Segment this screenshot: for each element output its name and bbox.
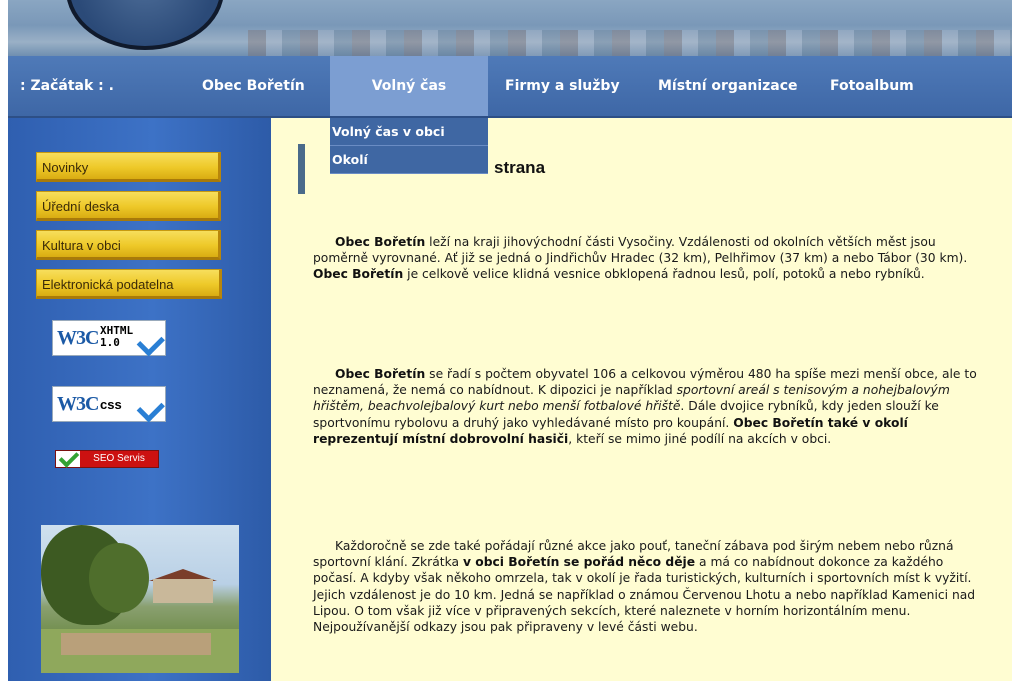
volny-cas-dropdown: Volný čas v obci Okolí <box>330 118 488 174</box>
w3c-logo: W3C <box>57 327 99 349</box>
header-banner <box>8 0 1012 56</box>
sidebar-button-elektronicka-podatelna[interactable]: Elektronická podatelna <box>36 269 222 299</box>
dropdown-item-okoli[interactable]: Okolí <box>330 146 488 174</box>
page-frame: : Začátak : . Obec Bořetín Volný čas Fir… <box>8 0 1012 681</box>
main-content: strana Obec Bořetín leží na kraji jihový… <box>271 118 1012 681</box>
paragraph-intro: Obec Bořetín leží na kraji jihovýchodní … <box>313 235 968 282</box>
nav-item-zacatek[interactable]: : Začátak : . <box>20 56 114 116</box>
dropdown-item-volny-cas-v-obci[interactable]: Volný čas v obci <box>330 118 488 146</box>
xhtml-label: XHTML 1.0 <box>100 324 134 349</box>
seo-servis-badge[interactable]: SEO Servis <box>55 447 159 468</box>
main-navigation: : Začátak : . Obec Bořetín Volný čas Fir… <box>8 56 1012 118</box>
w3c-xhtml-badge[interactable]: W3C XHTML 1.0 <box>52 320 166 357</box>
checkmark-icon <box>136 328 165 357</box>
page-title: strana <box>494 158 546 177</box>
paragraph-events: Každoročně se zde také pořádají různé ak… <box>313 539 976 635</box>
sidebar-button-novinky[interactable]: Novinky <box>36 152 221 182</box>
css-label: css <box>100 397 122 412</box>
left-sidebar: Novinky Úřední deska Kultura v obci Elek… <box>8 118 271 681</box>
banner-village-image <box>248 30 1012 56</box>
w3c-logo: W3C <box>57 393 99 415</box>
village-logo[interactable] <box>66 0 224 50</box>
nav-item-mistni-organizace[interactable]: Místní organizace <box>658 56 798 116</box>
checkmark-icon <box>136 394 165 423</box>
checkmark-icon <box>58 447 80 468</box>
w3c-css-badge[interactable]: W3C css <box>52 386 166 423</box>
nav-item-obec-boretin[interactable]: Obec Bořetín <box>202 56 305 116</box>
nav-item-firmy-a-sluzby[interactable]: Firmy a služby <box>505 56 620 116</box>
seo-servis-label: SEO Servis <box>80 451 158 467</box>
village-photo[interactable] <box>41 525 239 673</box>
sidebar-button-uredni-deska[interactable]: Úřední deska <box>36 191 221 221</box>
title-accent-bar <box>298 144 305 194</box>
nav-item-fotoalbum[interactable]: Fotoalbum <box>830 56 914 116</box>
paragraph-facilities: Obec Bořetín se řadí s počtem obyvatel 1… <box>313 367 977 446</box>
nav-item-volny-cas[interactable]: Volný čas <box>330 56 488 116</box>
sidebar-button-kultura-v-obci[interactable]: Kultura v obci <box>36 230 221 260</box>
